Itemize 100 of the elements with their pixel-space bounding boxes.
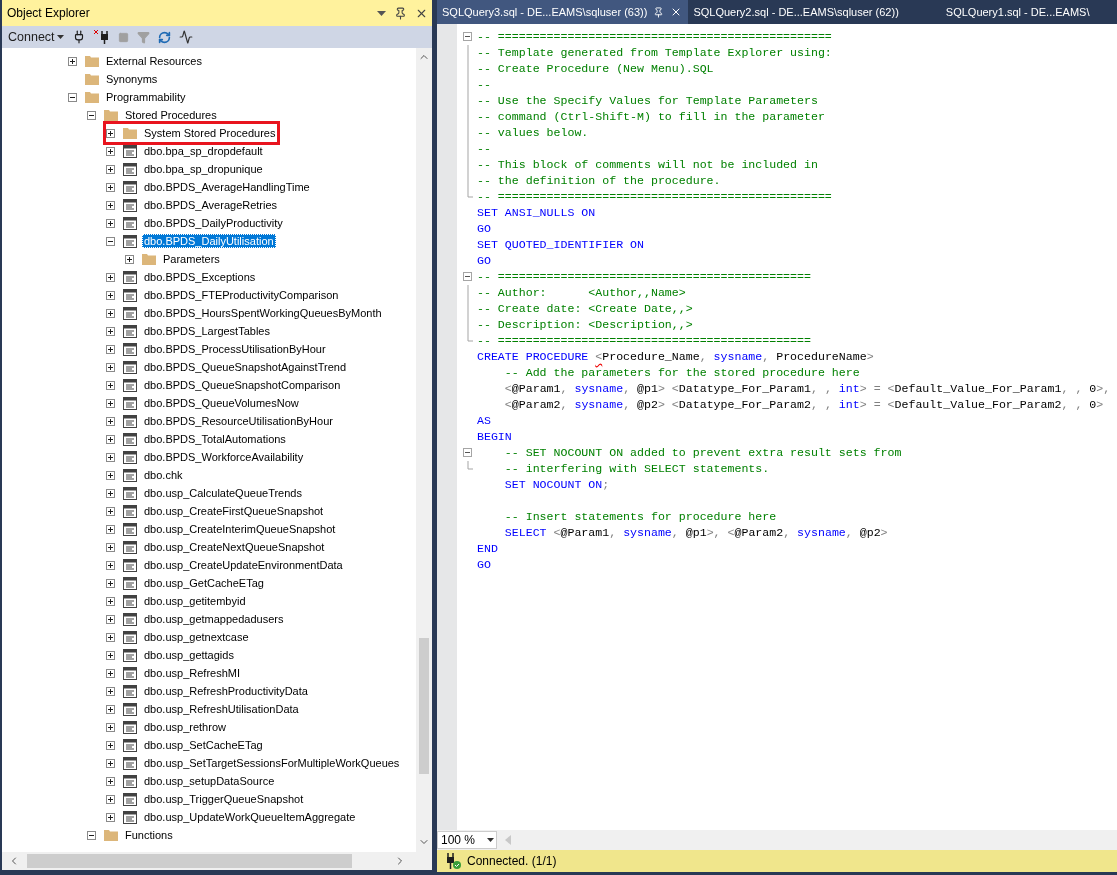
- expand-toggle[interactable]: [106, 272, 115, 282]
- expand-toggle[interactable]: [106, 776, 115, 786]
- caret-icon[interactable]: [487, 838, 494, 842]
- tree-item[interactable]: Functions: [123, 828, 175, 842]
- expand-toggle[interactable]: [106, 596, 115, 606]
- tree-item[interactable]: dbo.BPDS_FTEProductivityComparison: [142, 288, 341, 302]
- dropdown-icon[interactable]: [377, 10, 386, 16]
- tree-item[interactable]: dbo.usp_rethrow: [142, 720, 228, 734]
- expand-toggle[interactable]: [106, 488, 115, 498]
- scrollbar-thumb[interactable]: [419, 638, 429, 774]
- tree-item[interactable]: dbo.BPDS_WorkforceAvailability: [142, 450, 306, 464]
- tree-item[interactable]: dbo.usp_TriggerQueueSnapshot: [142, 792, 306, 806]
- pin-icon[interactable]: [653, 6, 665, 18]
- connect-button[interactable]: Connect: [8, 30, 64, 44]
- tree-item[interactable]: dbo.usp_gettagids: [142, 648, 236, 662]
- expand-toggle[interactable]: [106, 326, 115, 336]
- expand-toggle[interactable]: [106, 686, 115, 696]
- tree-item[interactable]: dbo.BPDS_HoursSpentWorkingQueuesByMonth: [142, 306, 384, 320]
- tree-item[interactable]: dbo.usp_getitembyid: [142, 594, 248, 608]
- horizontal-scrollbar[interactable]: [2, 852, 432, 870]
- expand-toggle[interactable]: [106, 650, 115, 660]
- expand-toggle[interactable]: [106, 560, 115, 570]
- tree-item[interactable]: Synonyms: [104, 72, 160, 86]
- tree-item[interactable]: dbo.usp_CreateUpdateEnvironmentData: [142, 558, 345, 572]
- tree-item[interactable]: dbo.usp_SetCacheETag: [142, 738, 265, 752]
- expand-toggle[interactable]: [106, 542, 115, 552]
- tree-item[interactable]: dbo.usp_getnextcase: [142, 630, 251, 644]
- tree-item[interactable]: Stored Procedures: [123, 108, 219, 122]
- tree-item[interactable]: dbo.usp_CreateInterimQueueSnapshot: [142, 522, 338, 536]
- expand-toggle[interactable]: [106, 704, 115, 714]
- expand-toggle[interactable]: [106, 794, 115, 804]
- disconnect-icon[interactable]: [93, 30, 110, 44]
- expand-toggle[interactable]: [106, 344, 115, 354]
- pin-icon[interactable]: [394, 6, 407, 20]
- expand-toggle[interactable]: [106, 398, 115, 408]
- tree-item[interactable]: dbo.BPDS_DailyUtilisation: [142, 234, 276, 248]
- tree-item[interactable]: Parameters: [161, 252, 222, 266]
- tree-item[interactable]: dbo.BPDS_LargestTables: [142, 324, 272, 338]
- tree-item[interactable]: dbo.usp_CreateNextQueueSnapshot: [142, 540, 327, 554]
- expand-toggle[interactable]: [106, 578, 115, 588]
- tree-item[interactable]: dbo.BPDS_QueueSnapshotAgainstTrend: [142, 360, 348, 374]
- tree-item[interactable]: dbo.usp_RefreshProductivityData: [142, 684, 310, 698]
- tree-item[interactable]: dbo.BPDS_QueueVolumesNow: [142, 396, 301, 410]
- expand-toggle[interactable]: [106, 290, 115, 300]
- expand-toggle[interactable]: [106, 308, 115, 318]
- tree-item[interactable]: dbo.BPDS_DailyProductivity: [142, 216, 285, 230]
- vertical-scrollbar[interactable]: [416, 48, 432, 852]
- expand-toggle[interactable]: [106, 614, 115, 624]
- expand-toggle[interactable]: [106, 416, 115, 426]
- tree-item[interactable]: dbo.usp_CalculateQueueTrends: [142, 486, 304, 500]
- expand-toggle[interactable]: [106, 362, 115, 372]
- tree-item[interactable]: External Resources: [104, 54, 204, 68]
- refresh-icon[interactable]: [157, 30, 171, 44]
- tree-item[interactable]: dbo.BPDS_AverageHandlingTime: [142, 180, 312, 194]
- collapse-toggle[interactable]: [463, 272, 472, 281]
- tree-item[interactable]: dbo.usp_RefreshUtilisationData: [142, 702, 301, 716]
- zoom-dropdown[interactable]: 100 %: [437, 831, 497, 849]
- expand-toggle[interactable]: [106, 722, 115, 732]
- collapse-toggle[interactable]: [68, 92, 77, 102]
- caret-icon[interactable]: [56, 35, 64, 39]
- tree-item[interactable]: dbo.BPDS_ResourceUtilisationByHour: [142, 414, 335, 428]
- expand-toggle[interactable]: [106, 182, 115, 192]
- expand-toggle[interactable]: [106, 218, 115, 228]
- expand-toggle[interactable]: [106, 668, 115, 678]
- collapse-toggle[interactable]: [106, 236, 115, 246]
- document-tab[interactable]: SQLQuery2.sql - DE...EAMS\sqluser (62)): [688, 0, 905, 24]
- tree-item[interactable]: dbo.usp_RefreshMI: [142, 666, 242, 680]
- collapse-toggle[interactable]: [463, 32, 472, 41]
- tree-item[interactable]: dbo.BPDS_QueueSnapshotComparison: [142, 378, 343, 392]
- tree-item[interactable]: dbo.usp_GetCacheETag: [142, 576, 266, 590]
- tree-item[interactable]: dbo.chk: [142, 468, 185, 482]
- tree-item[interactable]: System Stored Procedures: [142, 126, 278, 140]
- collapse-toggle[interactable]: [87, 110, 96, 120]
- scrollbar-thumb[interactable]: [27, 854, 352, 868]
- expand-toggle[interactable]: [106, 128, 115, 138]
- expand-toggle[interactable]: [106, 506, 115, 516]
- tree-item[interactable]: dbo.usp_SetTargetSessionsForMultipleWorkQueues: [142, 756, 402, 770]
- tree-item[interactable]: dbo.BPDS_Exceptions: [142, 270, 258, 284]
- expand-toggle[interactable]: [106, 200, 115, 210]
- tree-item[interactable]: dbo.BPDS_TotalAutomations: [142, 432, 288, 446]
- expand-toggle[interactable]: [106, 164, 115, 174]
- activity-monitor-icon[interactable]: [178, 30, 193, 44]
- document-tab[interactable]: SQLQuery3.sql - DE...EAMS\sqluser (63)): [437, 0, 689, 24]
- expand-toggle[interactable]: [106, 452, 115, 462]
- tree-item[interactable]: dbo.bpa_sp_dropdefault: [142, 144, 265, 158]
- tree-item[interactable]: dbo.bpa_sp_dropunique: [142, 162, 265, 176]
- expand-toggle[interactable]: [68, 56, 77, 66]
- expand-toggle[interactable]: [106, 380, 115, 390]
- tree-item[interactable]: dbo.BPDS_ProcessUtilisationByHour: [142, 342, 328, 356]
- tree-item[interactable]: dbo.BPDS_AverageRetries: [142, 198, 280, 212]
- expand-toggle[interactable]: [106, 632, 115, 642]
- tree-item[interactable]: dbo.usp_setupDataSource: [142, 774, 277, 788]
- expand-toggle[interactable]: [106, 812, 115, 822]
- expand-toggle[interactable]: [125, 254, 134, 264]
- expand-toggle[interactable]: [106, 740, 115, 750]
- expand-toggle[interactable]: [106, 434, 115, 444]
- document-tab[interactable]: SQLQuery1.sql - DE...EAMS\: [940, 0, 1096, 24]
- tree-item[interactable]: dbo.usp_getmappedadusers: [142, 612, 286, 626]
- expand-toggle[interactable]: [106, 758, 115, 768]
- tree-item[interactable]: dbo.usp_UpdateWorkQueueItemAggregate: [142, 810, 358, 824]
